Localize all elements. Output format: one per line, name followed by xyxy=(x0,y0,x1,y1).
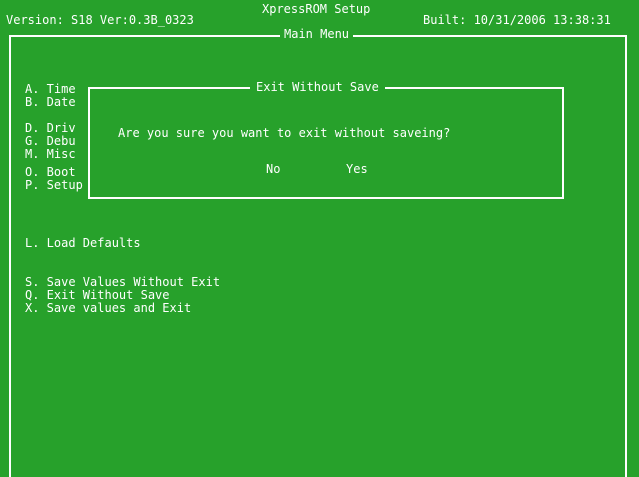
version-info: Version: S18 Ver:0.3B_0323 xyxy=(6,13,194,27)
menu-item-load-defaults[interactable]: L. Load Defaults xyxy=(25,236,141,250)
exit-without-save-dialog: Exit Without Save Are you sure you want … xyxy=(88,80,564,199)
yes-button[interactable]: Yes xyxy=(346,162,368,176)
dialog-message: Are you sure you want to exit without sa… xyxy=(118,126,451,140)
build-date: Built: 10/31/2006 13:38:31 xyxy=(423,13,611,27)
main-menu-title: Main Menu xyxy=(280,27,354,41)
menu-item-drives[interactable]: D. Driv xyxy=(25,121,76,135)
menu-item-save-without-exit[interactable]: S. Save Values Without Exit xyxy=(25,275,220,289)
menu-item-exit-without-save[interactable]: Q. Exit Without Save xyxy=(25,288,170,302)
menu-item-boot[interactable]: O. Boot xyxy=(25,165,76,179)
app-title: XpressROM Setup xyxy=(262,2,371,16)
menu-item-save-and-exit[interactable]: X. Save values and Exit xyxy=(25,301,191,315)
dialog-title: Exit Without Save xyxy=(250,80,385,94)
menu-item-misc[interactable]: M. Misc xyxy=(25,147,76,161)
bios-setup-screen: XpressROM Setup Version: S18 Ver:0.3B_03… xyxy=(0,0,639,477)
menu-item-time[interactable]: A. Time xyxy=(25,82,76,96)
menu-item-debug[interactable]: G. Debu xyxy=(25,134,76,148)
no-button[interactable]: No xyxy=(266,162,280,176)
menu-item-date[interactable]: B. Date xyxy=(25,95,76,109)
